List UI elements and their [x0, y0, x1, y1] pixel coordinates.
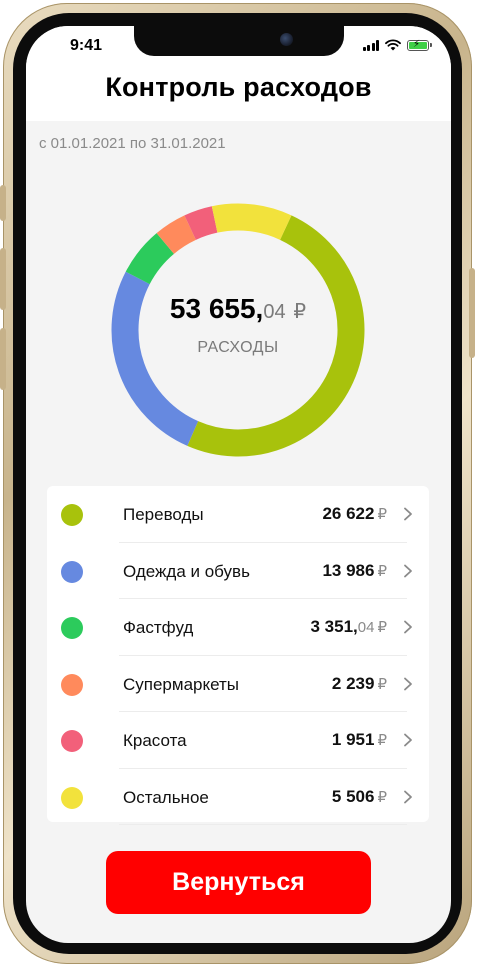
back-button[interactable]: Вернуться — [106, 851, 371, 914]
cellular-signal-icon — [362, 39, 379, 51]
category-name: Супермаркеты — [123, 674, 240, 694]
category-currency: ₽ — [377, 506, 387, 523]
category-color-dot — [61, 786, 83, 809]
category-amount: 13 986 ₽ — [322, 561, 387, 581]
donut-center: 53 655,04 ₽ РАСХОДЫ — [110, 202, 366, 458]
category-row[interactable]: Переводы 26 622 ₽ — [47, 486, 429, 542]
category-name: Красота — [123, 731, 187, 750]
category-color-dot — [61, 730, 83, 752]
category-row[interactable]: Остальное 5 506 ₽ — [47, 769, 429, 825]
category-currency: ₽ — [377, 788, 387, 806]
category-currency: ₽ — [377, 562, 387, 580]
category-currency: ₽ — [377, 619, 387, 636]
category-amount: 2 239 ₽ — [332, 674, 387, 694]
chevron-right-icon — [404, 564, 412, 577]
total-amount-cents: 04 — [263, 301, 286, 323]
category-row[interactable]: Одежда и обувь 13 986 ₽ — [47, 543, 429, 599]
volume-up-button — [0, 248, 6, 310]
category-name: Одежда и обувь — [123, 561, 250, 581]
row-divider — [119, 824, 407, 825]
category-amount-main: 26 622 — [322, 504, 375, 523]
power-button — [469, 268, 475, 358]
chevron-right-icon — [404, 677, 412, 690]
category-color-dot — [61, 560, 83, 583]
category-amount: 5 506 ₽ — [332, 787, 387, 807]
total-currency: ₽ — [293, 301, 307, 323]
categories-list: Переводы 26 622 ₽ Одежда и обувь 13 986 ₽ Фаст… — [47, 486, 429, 825]
chevron-right-icon — [404, 790, 412, 803]
category-currency: ₽ — [377, 732, 387, 749]
front-camera — [280, 33, 293, 46]
category-amount-main: 13 986 — [322, 560, 375, 580]
screen: 9:41 ⚡ Контроль расходов с 01.01.2021 по… — [26, 26, 451, 943]
status-time: 9:41 — [70, 37, 103, 54]
total-label: РАСХОДЫ — [197, 339, 279, 356]
category-name: Остальное — [123, 787, 209, 807]
volume-down-button — [0, 328, 6, 390]
total-amount-main: 53 655, — [169, 293, 264, 324]
notch — [134, 26, 344, 56]
chevron-right-icon — [404, 733, 412, 747]
mute-switch — [0, 185, 6, 221]
category-amount: 3 351,04 ₽ — [311, 617, 388, 637]
category-color-dot — [61, 617, 83, 639]
category-color-dot — [61, 673, 83, 696]
category-amount: 26 622 ₽ — [322, 504, 387, 524]
page-title: Контроль расходов — [105, 72, 372, 102]
battery-icon: ⚡ — [407, 38, 432, 51]
category-row[interactable]: Красота 1 951 ₽ — [47, 712, 429, 768]
wifi-icon — [385, 39, 401, 51]
chevron-right-icon — [404, 620, 412, 634]
category-currency: ₽ — [377, 675, 387, 693]
category-name: Переводы — [123, 505, 204, 524]
charging-bolt-icon: ⚡ — [413, 38, 421, 50]
category-row[interactable]: Супермаркеты 2 239 ₽ — [47, 656, 429, 712]
category-amount-cents: 04 — [357, 619, 375, 636]
category-row[interactable]: Фастфуд 3 351,04 ₽ — [47, 599, 429, 655]
category-amount: 1 951 ₽ — [332, 730, 387, 750]
category-amount-main: 2 239 — [331, 673, 375, 693]
total-expenses: 53 655,04 ₽ — [170, 293, 306, 325]
category-amount-main: 1 951 — [331, 730, 375, 749]
chevron-right-icon — [404, 507, 412, 521]
category-name: Фастфуд — [123, 618, 194, 637]
date-range: с 01.01.2021 по 31.01.2021 — [39, 135, 226, 152]
category-amount-main: 3 351, — [310, 617, 358, 636]
category-amount-main: 5 506 — [331, 786, 375, 806]
status-icons: ⚡ — [362, 38, 432, 51]
category-color-dot — [61, 504, 83, 526]
